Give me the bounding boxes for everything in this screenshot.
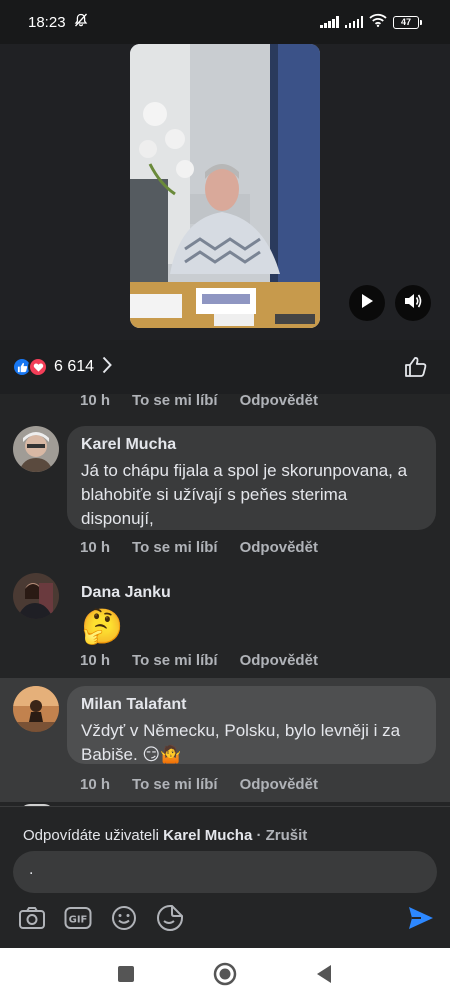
wifi-icon xyxy=(369,13,387,31)
volume-button[interactable] xyxy=(395,285,431,321)
play-icon xyxy=(360,293,374,314)
svg-text:GIF: GIF xyxy=(69,915,88,926)
comment-item: Dana Janku 🤔 10 h To se mi líbí Odpovědě… xyxy=(0,568,450,678)
reply-comment-link[interactable]: Odpovědět xyxy=(240,652,318,669)
like-button-icon[interactable] xyxy=(404,355,428,384)
back-button[interactable] xyxy=(312,962,336,986)
comment-time: 10 h xyxy=(80,539,111,556)
camera-icon[interactable] xyxy=(17,903,47,933)
avatar[interactable] xyxy=(13,426,59,472)
status-time: 18:23 xyxy=(28,13,66,31)
recent-apps-button[interactable] xyxy=(114,962,138,986)
comment-actions: 10 h To se mi líbí Odpovědět xyxy=(80,539,340,556)
love-reaction-icon xyxy=(28,357,48,377)
like-comment-link[interactable]: To se mi líbí xyxy=(132,394,218,409)
reaction-count: 6 614 xyxy=(54,358,95,375)
comment-input[interactable]: . xyxy=(13,851,437,893)
replying-to-label: Odpovídáte uživateli Karel Mucha · Zruši… xyxy=(23,827,307,844)
sticker-icon[interactable] xyxy=(155,903,185,933)
comment-bubble[interactable]: Milan Talafant Vždyť v Německu, Polsku, … xyxy=(67,686,436,764)
send-icon[interactable] xyxy=(406,903,436,933)
comment-text: 🤔 xyxy=(81,608,124,646)
battery-level: 47 xyxy=(393,15,419,29)
like-comment-link[interactable]: To se mi líbí xyxy=(132,776,218,793)
reply-comment-link[interactable]: Odpovědět xyxy=(240,539,318,556)
comment-author[interactable]: Karel Mucha xyxy=(81,435,422,455)
avatar[interactable] xyxy=(13,686,59,732)
video-thumbnail[interactable] xyxy=(130,44,320,328)
comment-time: 10 h xyxy=(80,776,111,793)
comment-actions: 10 h To se mi líbí Odpovědět xyxy=(80,394,340,409)
play-button[interactable] xyxy=(349,285,385,321)
comment-time: 10 h xyxy=(80,652,111,669)
comment-text: Vždyť v Německu, Polsku, bylo levněji i … xyxy=(81,721,401,764)
signal-icon xyxy=(320,16,339,28)
replying-name: Karel Mucha xyxy=(163,827,253,844)
system-navigation-bar xyxy=(0,948,450,1000)
comment-bubble[interactable]: Dana Janku 🤔 xyxy=(67,574,267,657)
emoji-icon[interactable] xyxy=(109,903,139,933)
replying-prefix: Odpovídáte uživateli xyxy=(23,827,164,844)
comment-author[interactable]: Dana Janku xyxy=(81,583,253,603)
comments-list: 10 h To se mi líbí Odpovědět Karel Mucha… xyxy=(0,394,450,806)
comment-bubble[interactable]: Karel Mucha Já to chápu fijala a spol je… xyxy=(67,426,436,530)
like-comment-link[interactable]: To se mi líbí xyxy=(132,539,218,556)
comment-time: 10 h xyxy=(80,394,111,409)
home-button[interactable] xyxy=(213,962,237,986)
comment-item: Karel Mucha Já to chápu fijala a spol je… xyxy=(0,418,450,568)
battery-icon: 47 xyxy=(393,15,422,29)
signal-icon-2 xyxy=(344,16,363,28)
speaker-icon xyxy=(403,292,423,315)
reply-comment-link[interactable]: Odpovědět xyxy=(240,394,318,409)
comment-actions: 10 h To se mi líbí Odpovědět xyxy=(80,652,340,669)
mute-bell-icon xyxy=(74,13,88,31)
reply-comment-link[interactable]: Odpovědět xyxy=(240,776,318,793)
gif-icon[interactable]: GIF xyxy=(63,903,93,933)
reactions-bar: 6 614 xyxy=(0,340,450,394)
comment-text: Já to chápu fijala a spol je skorunpovan… xyxy=(81,461,408,528)
reply-composer: Odpovídáte uživateli Karel Mucha · Zruši… xyxy=(0,806,450,948)
cancel-reply-link[interactable]: · Zrušit xyxy=(252,827,307,844)
avatar[interactable] xyxy=(13,573,59,619)
chevron-right-icon xyxy=(102,356,112,379)
comment-item-highlighted: Milan Talafant Vždyť v Německu, Polsku, … xyxy=(0,678,450,802)
like-comment-link[interactable]: To se mi líbí xyxy=(132,652,218,669)
reactions-summary[interactable]: 6 614 xyxy=(12,356,112,379)
comment-author[interactable]: Milan Talafant xyxy=(81,695,422,715)
status-bar: 18:23 47 xyxy=(0,0,450,44)
composer-toolbar: GIF xyxy=(0,903,450,939)
video-area xyxy=(0,44,450,340)
comment-actions: 10 h To se mi líbí Odpovědět xyxy=(80,776,340,793)
